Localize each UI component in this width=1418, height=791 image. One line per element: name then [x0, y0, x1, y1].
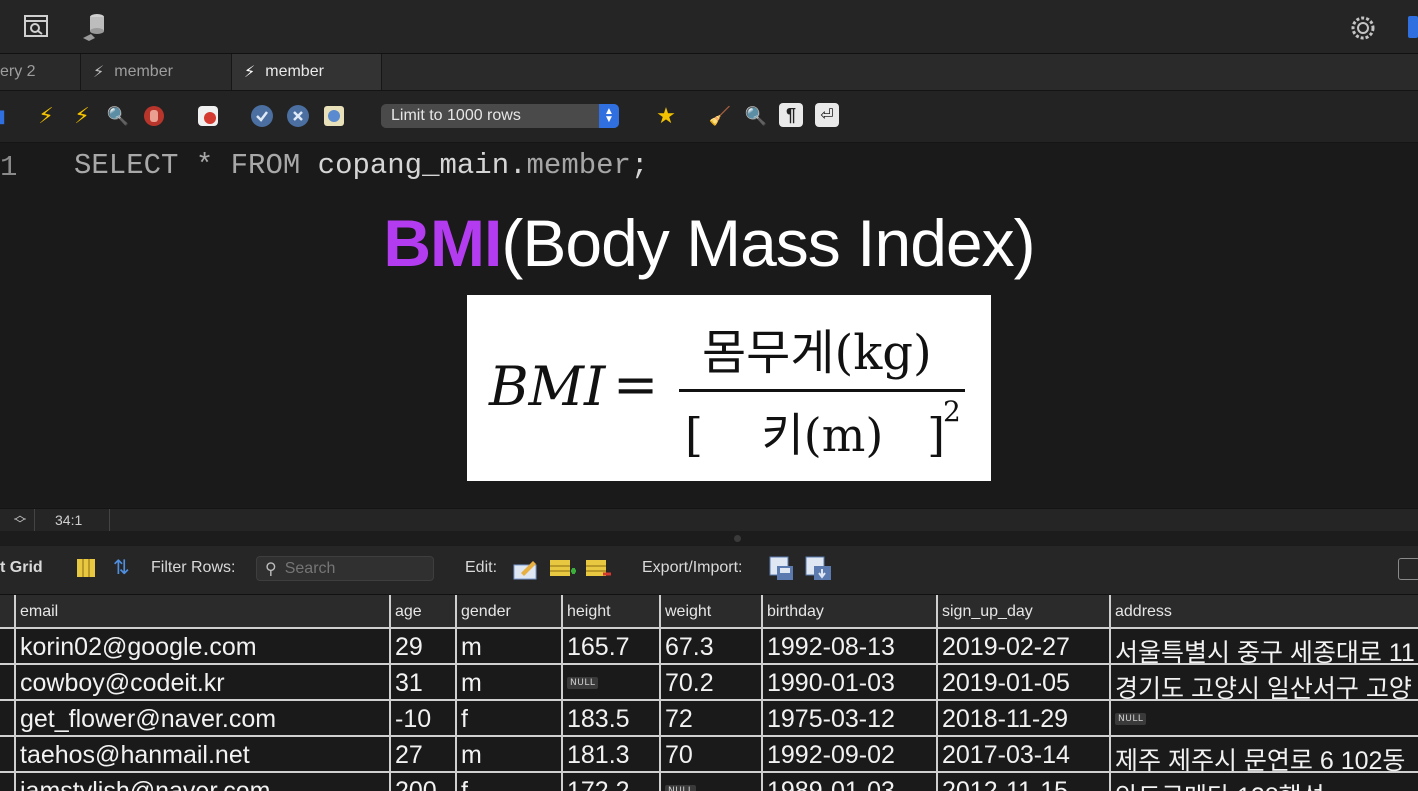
main-toolbar	[0, 0, 1418, 54]
cell-address[interactable]: 안드로메다 128행성	[1115, 777, 1325, 791]
resize-stepper-icon[interactable]: ︿ ﹀	[14, 509, 26, 530]
toggle-error-icon[interactable]	[195, 103, 221, 129]
filter-search-box[interactable]: ⚲	[256, 556, 434, 581]
column-divider	[763, 595, 938, 791]
editor-status-bar: ︿ ﹀ 34:1	[0, 508, 1418, 532]
invisible-chars-icon[interactable]: ¶	[779, 103, 803, 127]
database-icon[interactable]	[80, 12, 110, 42]
bmi-title-word: BMI	[383, 206, 502, 280]
delete-row-icon[interactable]	[585, 557, 613, 586]
tab-query-2[interactable]: ery 2	[0, 54, 81, 90]
add-snippet-star-icon[interactable]: ★	[653, 103, 679, 129]
stop-icon[interactable]	[141, 103, 167, 129]
autocommit-icon[interactable]	[321, 103, 347, 129]
column-divider	[16, 595, 391, 791]
select-arrows-icon: ▲ ▼	[599, 104, 619, 128]
cell-address[interactable]: 경기도 고양시 일산서구 고양	[1115, 669, 1412, 705]
cell-address[interactable]: 서울특별시 중구 세종대로 11	[1115, 633, 1415, 669]
import-icon[interactable]	[805, 556, 833, 587]
execute-icon[interactable]: ⚡	[33, 103, 59, 129]
filter-search-input[interactable]	[282, 558, 427, 579]
cell-address[interactable]: NULL	[1115, 705, 1147, 734]
column-divider	[563, 595, 661, 791]
rollback-icon[interactable]	[285, 103, 311, 129]
status-divider	[34, 509, 35, 531]
column-divider	[0, 595, 16, 791]
result-grid[interactable]: email age gender height weight birthday …	[0, 595, 1418, 791]
column-divider	[391, 595, 457, 791]
tab-label: ery 2	[0, 63, 36, 80]
add-row-icon[interactable]	[549, 557, 577, 586]
limit-rows-value: Limit to 1000 rows	[391, 107, 521, 124]
bmi-formula-card: BMI = 몸무게(kg) [ 키(m) ] 2	[467, 295, 991, 481]
result-toolbar: t Grid ⇅ Filter Rows: ⚲ Edit: Export/Imp…	[0, 546, 1418, 595]
formula-equals: =	[613, 353, 659, 416]
null-badge: NULL	[1115, 713, 1147, 725]
tab-member[interactable]: ⚡ member	[81, 54, 232, 90]
export-import-label: Export/Import:	[642, 559, 743, 576]
sql-star: *	[195, 149, 214, 182]
inspector-icon[interactable]	[22, 12, 50, 40]
formula-numerator: 몸무게(kg)	[702, 325, 932, 381]
panel-toggle-icon[interactable]	[1398, 558, 1418, 580]
editor-toolbar: ▮ ⚡ ⚡ 🔍 Limit to 1000 rows ▲ ▼ ★ 🧹 🔍 ¶ ⏎	[0, 91, 1418, 143]
formula-denominator: [ 키(m) ]	[685, 408, 946, 462]
formula-lhs: BMI	[489, 355, 606, 418]
formula-exponent: 2	[943, 395, 961, 428]
column-header-address[interactable]: address	[1115, 603, 1172, 621]
sql-table: member	[526, 149, 631, 182]
edit-label: Edit:	[465, 559, 498, 576]
cell-address[interactable]: 제주 제주시 문연로 6 102동	[1115, 741, 1405, 777]
sql-semicolon: ;	[630, 149, 649, 182]
commit-icon[interactable]	[249, 103, 275, 129]
explain-icon[interactable]: 🔍	[105, 103, 131, 129]
sql-editor[interactable]: 1 SELECT * FROM copang_main.member; BMI(…	[0, 143, 1418, 507]
splitter-handle[interactable]	[734, 535, 741, 542]
tab-label: member	[114, 63, 173, 80]
search-icon: ⚲	[265, 560, 277, 578]
settings-gear-icon[interactable]	[1349, 14, 1377, 42]
bmi-overlay-title: BMI(Body Mass Index)	[0, 205, 1418, 281]
panel-splitter[interactable]	[0, 531, 1418, 545]
limit-rows-select[interactable]: Limit to 1000 rows ▲ ▼	[381, 104, 619, 128]
column-divider	[661, 595, 763, 791]
filter-rows-label: Filter Rows:	[151, 559, 236, 576]
formula-fraction-bar	[679, 389, 965, 392]
sql-schema: copang_main.	[317, 149, 527, 182]
lightning-icon: ⚡	[93, 64, 105, 81]
refresh-icon[interactable]: ⇅	[113, 555, 130, 580]
result-grid-label: t Grid	[0, 559, 43, 576]
bmi-title-subtitle: (Body Mass Index)	[501, 206, 1035, 280]
column-divider	[938, 595, 1111, 791]
sql-keyword-from: FROM	[230, 149, 301, 182]
find-icon[interactable]: 🔍	[743, 103, 769, 129]
status-divider	[109, 509, 110, 531]
lightning-icon: ⚡	[244, 64, 256, 81]
sql-keyword-select: SELECT	[74, 149, 179, 182]
tab-label: member	[265, 63, 324, 80]
column-divider	[457, 595, 563, 791]
execute-current-icon[interactable]: ⚡	[69, 103, 95, 129]
save-icon[interactable]: ▮	[0, 103, 14, 129]
query-tab-bar: ery 2 ⚡ member ⚡ member	[0, 54, 1418, 91]
grid-columns-icon[interactable]	[76, 558, 96, 578]
edit-row-icon[interactable]	[513, 557, 539, 586]
line-number: 1	[0, 151, 18, 184]
sidebar-toggle-icon[interactable]	[1408, 16, 1418, 38]
beautify-broom-icon[interactable]: 🧹	[707, 103, 733, 129]
tab-member-active[interactable]: ⚡ member	[232, 54, 382, 90]
wrap-lines-icon[interactable]: ⏎	[815, 103, 839, 127]
sql-statement[interactable]: SELECT * FROM copang_main.member;	[74, 149, 648, 182]
cursor-position: 34:1	[55, 512, 83, 528]
export-icon[interactable]	[769, 556, 795, 587]
